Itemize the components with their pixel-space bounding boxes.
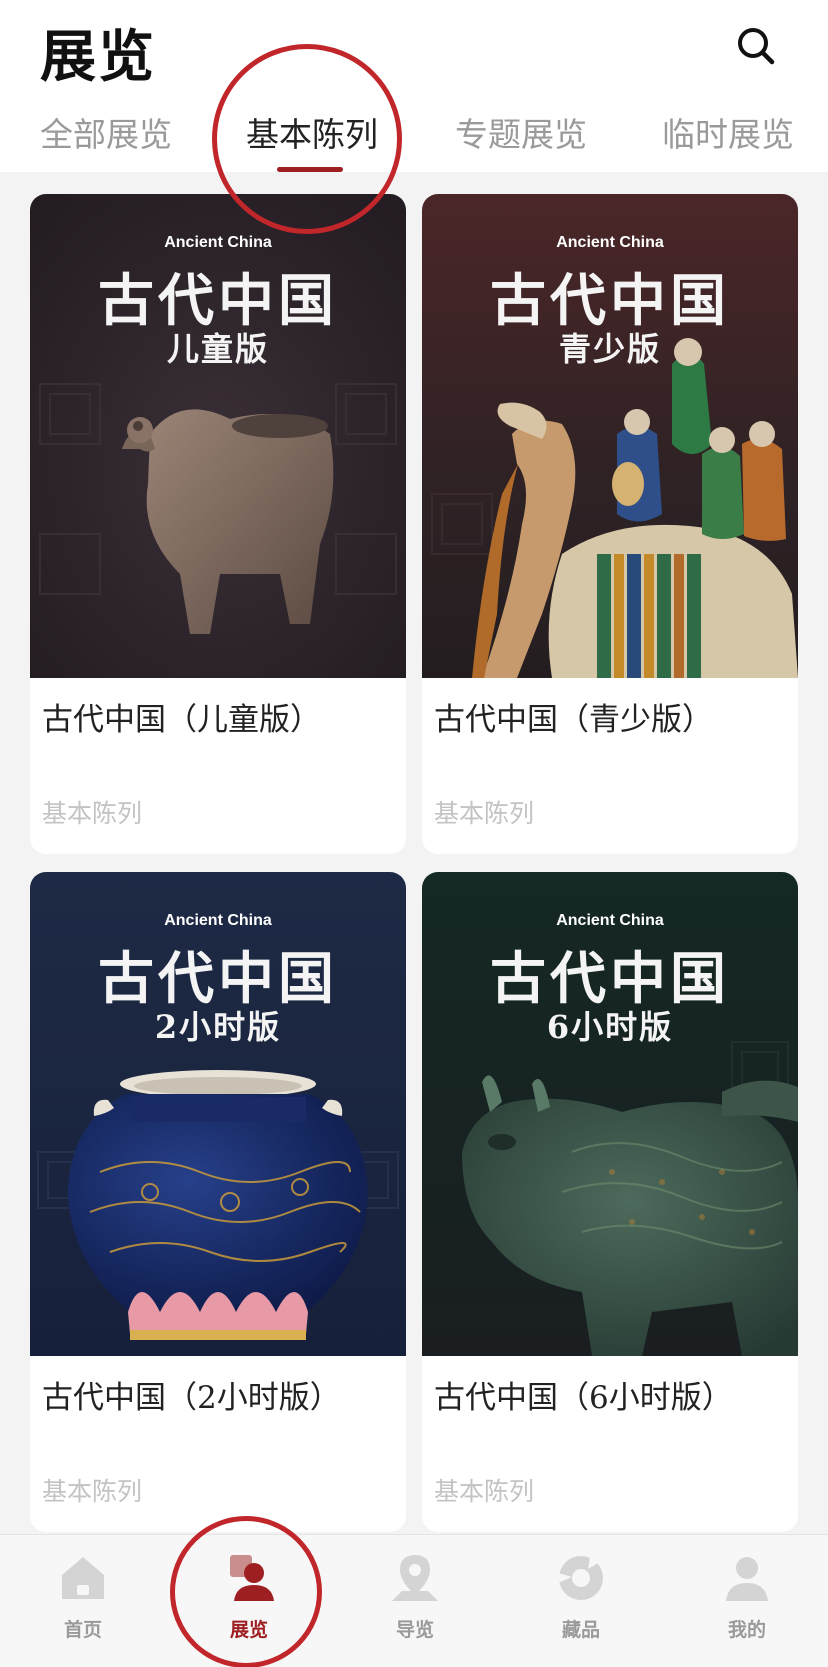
- nav-item-home[interactable]: 首页: [0, 1535, 166, 1667]
- tab-special-exhibitions[interactable]: 专题展览: [455, 108, 587, 156]
- nav-label-home: 首页: [63, 1619, 102, 1641]
- tab-permanent-exhibition[interactable]: 基本陈列: [246, 108, 378, 156]
- card-category: 基本陈列: [42, 1477, 143, 1506]
- active-tab-indicator: [277, 167, 343, 172]
- exhibition-card-6-hour[interactable]: Ancient China 古代中国 6小时版 古代中国（6小时版） 基本陈列: [422, 872, 798, 1532]
- location-pin-icon: [392, 1555, 438, 1601]
- page-title: 展览: [40, 24, 156, 90]
- exhibition-card-2-hour[interactable]: Ancient China 古代中国 2小时版 古代中国（2小时版） 基本陈列: [30, 872, 406, 1532]
- cover-english-title: Ancient China: [556, 234, 664, 251]
- exhibition-card-children[interactable]: Ancient China 古代中国 儿童版 古代中国（儿童版） 基本陈列: [30, 194, 406, 854]
- nav-label-guide: 导览: [395, 1619, 434, 1641]
- bottom-nav: 首页 展览 导览 藏品 我的: [0, 1534, 828, 1667]
- user-icon: [726, 1557, 768, 1601]
- search-button[interactable]: [732, 22, 780, 70]
- cover-edition: 6小时版: [546, 1008, 674, 1046]
- tab-temporary-exhibitions[interactable]: 临时展览: [662, 108, 794, 156]
- nav-item-collection[interactable]: 藏品: [498, 1535, 664, 1667]
- exhibition-icon: [230, 1555, 274, 1601]
- search-icon: [738, 28, 775, 65]
- header: 展览 全部展览 基本陈列 专题展览 临时展览: [0, 0, 828, 172]
- nav-label-mine: 我的: [727, 1619, 766, 1641]
- card-title: 古代中国（6小时版）: [434, 1380, 733, 1416]
- card-title: 古代中国（2小时版）: [42, 1380, 341, 1416]
- card-title: 古代中国（儿童版）: [42, 702, 321, 738]
- cover-english-title: Ancient China: [164, 912, 272, 929]
- tab-all-exhibitions[interactable]: 全部展览: [40, 108, 172, 156]
- cover-edition: 青少版: [558, 330, 661, 368]
- exhibition-card-youth[interactable]: Ancient China 古代中国 青少版 古代中国（青少版） 基本陈列: [422, 194, 798, 854]
- card-title: 古代中国（青少版）: [434, 702, 713, 738]
- card-category: 基本陈列: [434, 1477, 535, 1506]
- nav-label-collection: 藏品: [561, 1619, 600, 1641]
- collection-icon: [558, 1556, 603, 1600]
- nav-item-mine[interactable]: 我的: [664, 1535, 828, 1667]
- tab-bar: 全部展览 基本陈列 专题展览 临时展览: [0, 104, 828, 172]
- cover-english-title: Ancient China: [164, 234, 272, 251]
- card-category: 基本陈列: [42, 799, 143, 828]
- nav-item-guide[interactable]: 导览: [332, 1535, 498, 1667]
- cover-english-title: Ancient China: [556, 912, 664, 929]
- home-icon: [62, 1557, 104, 1599]
- nav-label-exhibitions: 展览: [229, 1619, 268, 1641]
- cover-edition: 儿童版: [166, 330, 269, 368]
- nav-item-exhibitions[interactable]: 展览: [166, 1535, 332, 1667]
- card-category: 基本陈列: [434, 799, 535, 828]
- cover-edition: 2小时版: [154, 1008, 282, 1046]
